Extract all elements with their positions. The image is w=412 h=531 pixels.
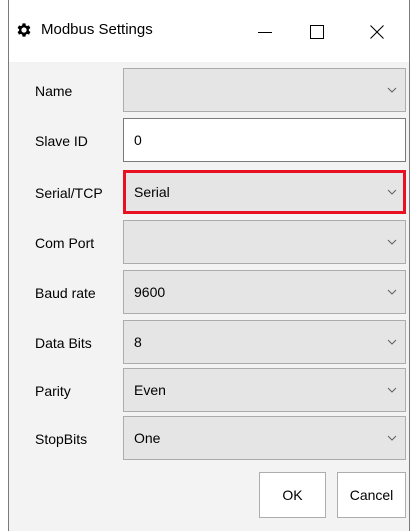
baud-rate-label: Baud rate — [35, 285, 96, 301]
parity-row: Parity Even — [9, 368, 409, 414]
cancel-button[interactable]: Cancel — [337, 472, 406, 518]
data-bits-label: Data Bits — [35, 335, 92, 351]
name-combobox[interactable] — [123, 68, 406, 112]
minimize-button[interactable] — [242, 10, 288, 54]
ok-button[interactable]: OK — [259, 472, 326, 518]
close-icon — [370, 25, 384, 39]
slave-id-value: 0 — [134, 132, 142, 148]
chevron-down-icon — [387, 339, 397, 345]
name-row: Name — [9, 68, 409, 114]
baud-rate-value: 9600 — [134, 284, 166, 300]
chevron-down-icon — [387, 189, 397, 195]
slave-id-row: Slave ID 0 — [9, 118, 409, 164]
modbus-settings-window: Modbus Settings Name Slave ID 0 Serial/T… — [8, 0, 410, 531]
com-port-combobox[interactable] — [123, 220, 406, 264]
parity-combobox[interactable]: Even — [123, 368, 406, 412]
chevron-down-icon — [387, 387, 397, 393]
chevron-down-icon — [387, 289, 397, 295]
slave-id-input[interactable]: 0 — [123, 118, 406, 162]
serial-tcp-label: Serial/TCP — [35, 185, 103, 201]
maximize-button[interactable] — [294, 10, 340, 54]
chevron-down-icon — [387, 435, 397, 441]
serial-tcp-row: Serial/TCP Serial — [9, 170, 409, 216]
data-bits-value: 8 — [134, 334, 142, 350]
stopbits-row: StopBits One — [9, 416, 409, 462]
stopbits-label: StopBits — [35, 431, 88, 447]
gear-icon — [17, 23, 31, 37]
serial-tcp-value: Serial — [134, 184, 170, 200]
baud-rate-row: Baud rate 9600 — [9, 270, 409, 316]
chevron-down-icon — [387, 87, 397, 93]
name-label: Name — [35, 83, 73, 99]
close-button[interactable] — [354, 10, 400, 54]
com-port-row: Com Port — [9, 220, 409, 266]
title-bar[interactable]: Modbus Settings — [9, 0, 409, 62]
stopbits-value: One — [134, 430, 161, 446]
serial-tcp-combobox[interactable]: Serial — [123, 170, 406, 214]
parity-value: Even — [134, 382, 166, 398]
chevron-down-icon — [387, 239, 397, 245]
data-bits-combobox[interactable]: 8 — [123, 320, 406, 364]
maximize-icon — [310, 25, 324, 39]
slave-id-label: Slave ID — [35, 133, 88, 149]
com-port-label: Com Port — [35, 235, 95, 251]
baud-rate-combobox[interactable]: 9600 — [123, 270, 406, 314]
minimize-icon — [258, 32, 272, 33]
data-bits-row: Data Bits 8 — [9, 320, 409, 366]
parity-label: Parity — [35, 383, 71, 399]
window-title: Modbus Settings — [41, 21, 153, 38]
stopbits-combobox[interactable]: One — [123, 416, 406, 460]
